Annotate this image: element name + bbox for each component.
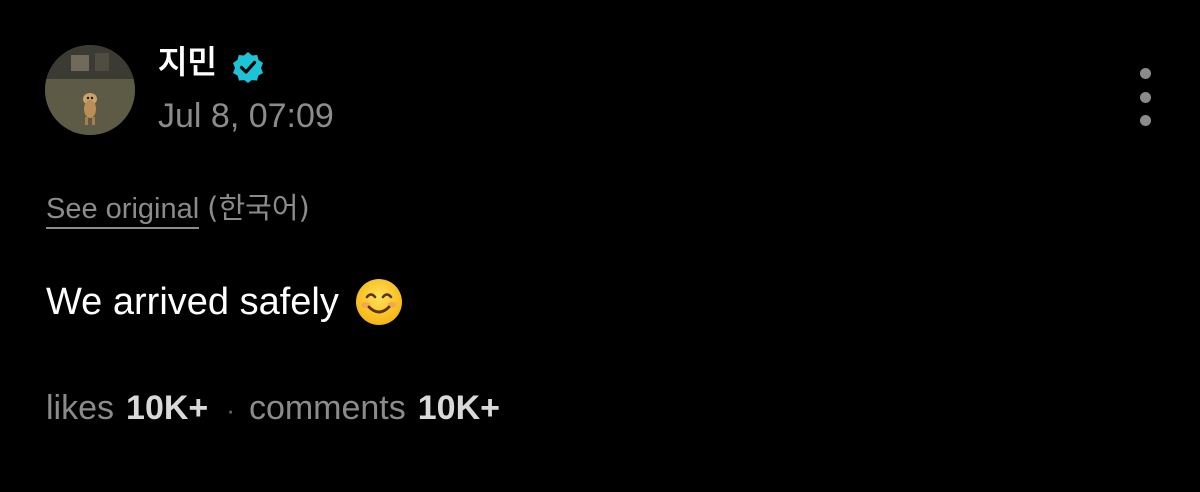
translation-notice: See original (한국어) <box>46 188 310 229</box>
post-timestamp: Jul 8, 07:09 <box>158 97 334 135</box>
original-language: (한국어) <box>207 191 310 225</box>
verified-badge-icon <box>233 52 263 83</box>
likes-count[interactable]: 10K+ <box>126 389 208 427</box>
likes-label[interactable]: likes <box>46 389 114 427</box>
more-dot <box>1139 68 1151 79</box>
post-stats: likes 10K+ · comments 10K+ <box>46 386 500 432</box>
more-options-button[interactable] <box>1128 68 1162 126</box>
comments-label[interactable]: comments <box>249 389 406 427</box>
author-avatar[interactable] <box>45 45 135 135</box>
post-text: We arrived safely <box>46 281 339 323</box>
post-body: We arrived safely <box>46 278 403 326</box>
see-original-link[interactable]: See original <box>46 193 200 229</box>
avatar-dog-photo <box>45 45 135 135</box>
smiling-face-icon <box>355 279 402 325</box>
author-name[interactable]: 지민 <box>158 40 217 84</box>
stats-separator: · <box>226 395 235 425</box>
more-dot <box>1139 91 1151 103</box>
comments-count[interactable]: 10K+ <box>418 389 500 427</box>
more-dot <box>1139 115 1151 126</box>
